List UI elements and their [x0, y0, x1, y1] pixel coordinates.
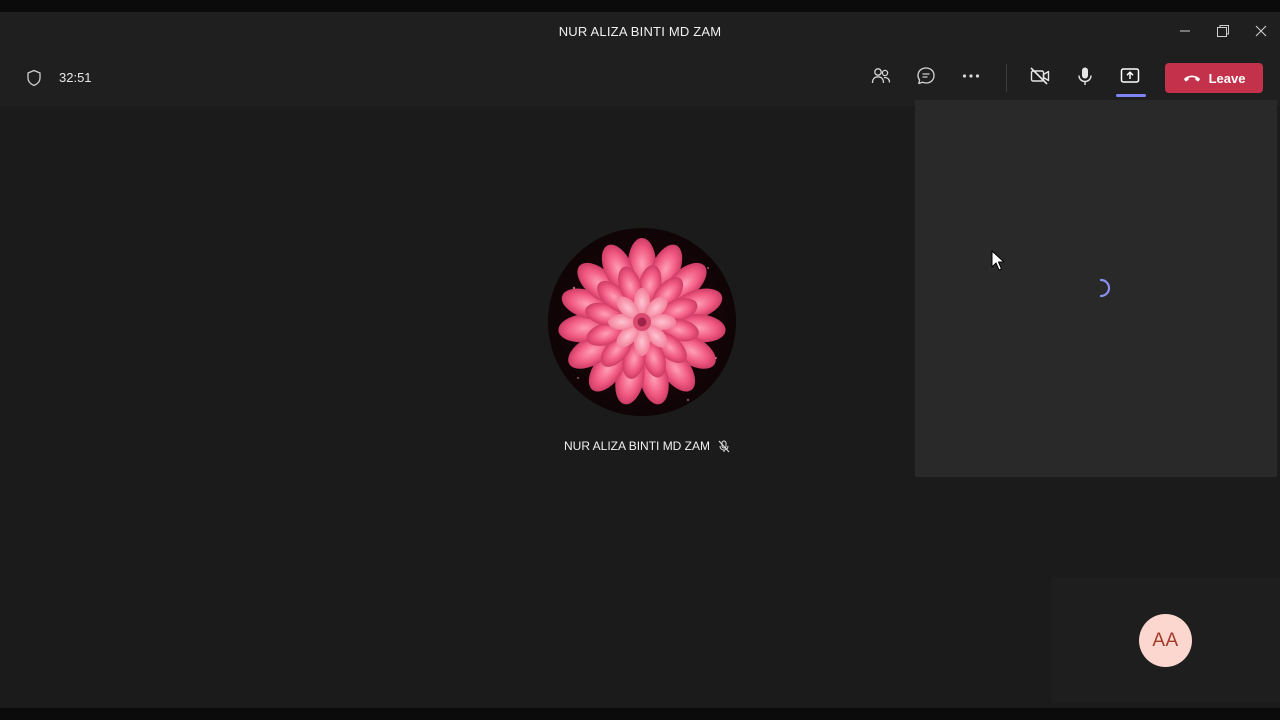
self-avatar: AA [1139, 614, 1192, 667]
leave-button[interactable]: Leave [1165, 63, 1263, 93]
participant-avatar [548, 228, 736, 416]
participant-name: NUR ALIZA BINTI MD ZAM [564, 439, 711, 453]
meeting-toolbar: 32:51 Leave [0, 50, 1280, 106]
participant-name-label: NUR ALIZA BINTI MD ZAM [564, 438, 730, 454]
mic-off-icon [718, 440, 730, 453]
leave-label: Leave [1208, 70, 1246, 86]
bottom-edge [0, 708, 1280, 720]
more-options-button[interactable] [955, 62, 987, 94]
minimize-icon[interactable] [1166, 12, 1204, 50]
window-titlebar: NUR ALIZA BINTI MD ZAM [0, 12, 1280, 50]
microphone-icon [1074, 65, 1096, 92]
meeting-timer: 32:51 [59, 70, 92, 85]
share-screen-icon [1119, 65, 1141, 92]
restore-icon[interactable] [1204, 12, 1242, 50]
hang-up-icon [1183, 75, 1200, 82]
chat-button[interactable] [910, 62, 942, 94]
participants-button[interactable] [865, 62, 897, 94]
camera-toggle-button[interactable] [1024, 62, 1056, 94]
window-title: NUR ALIZA BINTI MD ZAM [558, 23, 722, 39]
participants-icon [870, 65, 892, 92]
toolbar-divider [1006, 64, 1007, 92]
mouse-cursor-icon [991, 250, 1005, 272]
close-icon[interactable] [1242, 12, 1280, 50]
share-active-indicator [1116, 94, 1146, 97]
chat-icon [915, 65, 937, 92]
more-options-icon [960, 65, 982, 92]
microphone-toggle-button[interactable] [1069, 62, 1101, 94]
loading-spinner-icon [1090, 277, 1112, 299]
camera-off-icon [1029, 65, 1051, 92]
shield-icon [25, 69, 43, 87]
share-screen-button[interactable] [1114, 62, 1146, 94]
window-controls [1166, 12, 1280, 50]
